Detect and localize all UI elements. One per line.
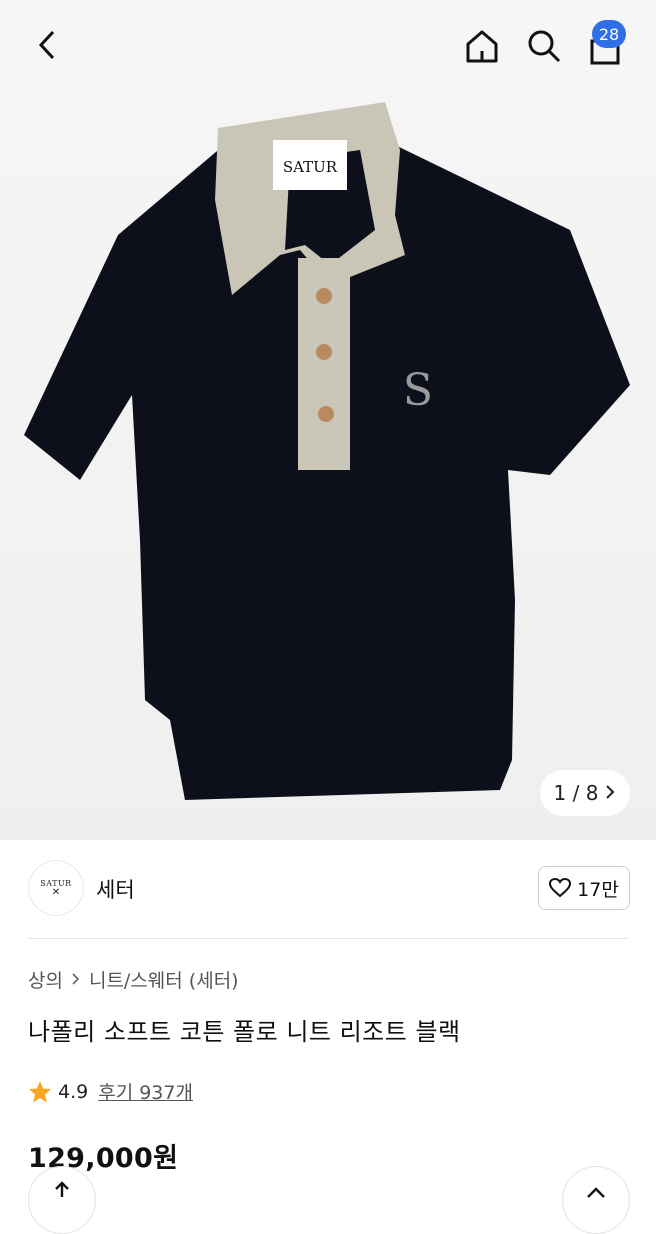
heart-icon (549, 878, 572, 898)
like-button[interactable]: 17만 (538, 866, 630, 910)
search-icon (528, 30, 561, 63)
chevron-up-icon (587, 1187, 605, 1198)
shirt-label-text: SATUR (283, 158, 338, 176)
chevron-right-icon (604, 781, 616, 805)
scroll-top-button[interactable] (562, 1166, 630, 1234)
breadcrumb-item-top[interactable]: 상의 (28, 966, 63, 993)
rating-row: 4.9 후기 937개 (28, 1078, 193, 1105)
embroidered-logo-icon: S (403, 365, 433, 416)
brand-name[interactable]: 세터 (96, 874, 135, 904)
cart-count-badge: 28 (592, 20, 626, 48)
breadcrumb-item-knit[interactable]: 니트/스웨터 (세터) (89, 966, 239, 993)
reviews-link[interactable]: 후기 937개 (98, 1078, 193, 1105)
chevron-right-icon (71, 969, 81, 991)
product-title: 나폴리 소프트 코튼 폴로 니트 리조트 블랙 (28, 1018, 461, 1046)
share-button[interactable] (28, 1166, 96, 1234)
rating-score: 4.9 (58, 1080, 89, 1103)
image-counter-text: 1 / 8 (553, 781, 599, 805)
back-button[interactable] (22, 22, 72, 68)
share-icon (55, 1181, 69, 1197)
polo-shirt-image: SATUR S (24, 102, 630, 800)
divider (28, 938, 628, 939)
image-counter-button[interactable]: 1 / 8 (540, 770, 630, 816)
home-icon (466, 30, 498, 63)
product-image[interactable]: SATUR S 1 / 8 (0, 0, 656, 840)
search-button[interactable] (520, 22, 568, 70)
top-navigation: 28 (0, 0, 656, 90)
home-button[interactable] (458, 22, 506, 70)
chevron-left-icon (38, 30, 55, 60)
like-count: 17만 (577, 878, 619, 901)
brand-mark-icon: ✕ (51, 886, 61, 898)
star-icon (29, 1080, 51, 1102)
brand-row: SATUR ✕ 세터 17만 (28, 858, 630, 918)
breadcrumb: 상의 니트/스웨터 (세터) (28, 966, 239, 993)
brand-logo[interactable]: SATUR ✕ (28, 860, 84, 916)
